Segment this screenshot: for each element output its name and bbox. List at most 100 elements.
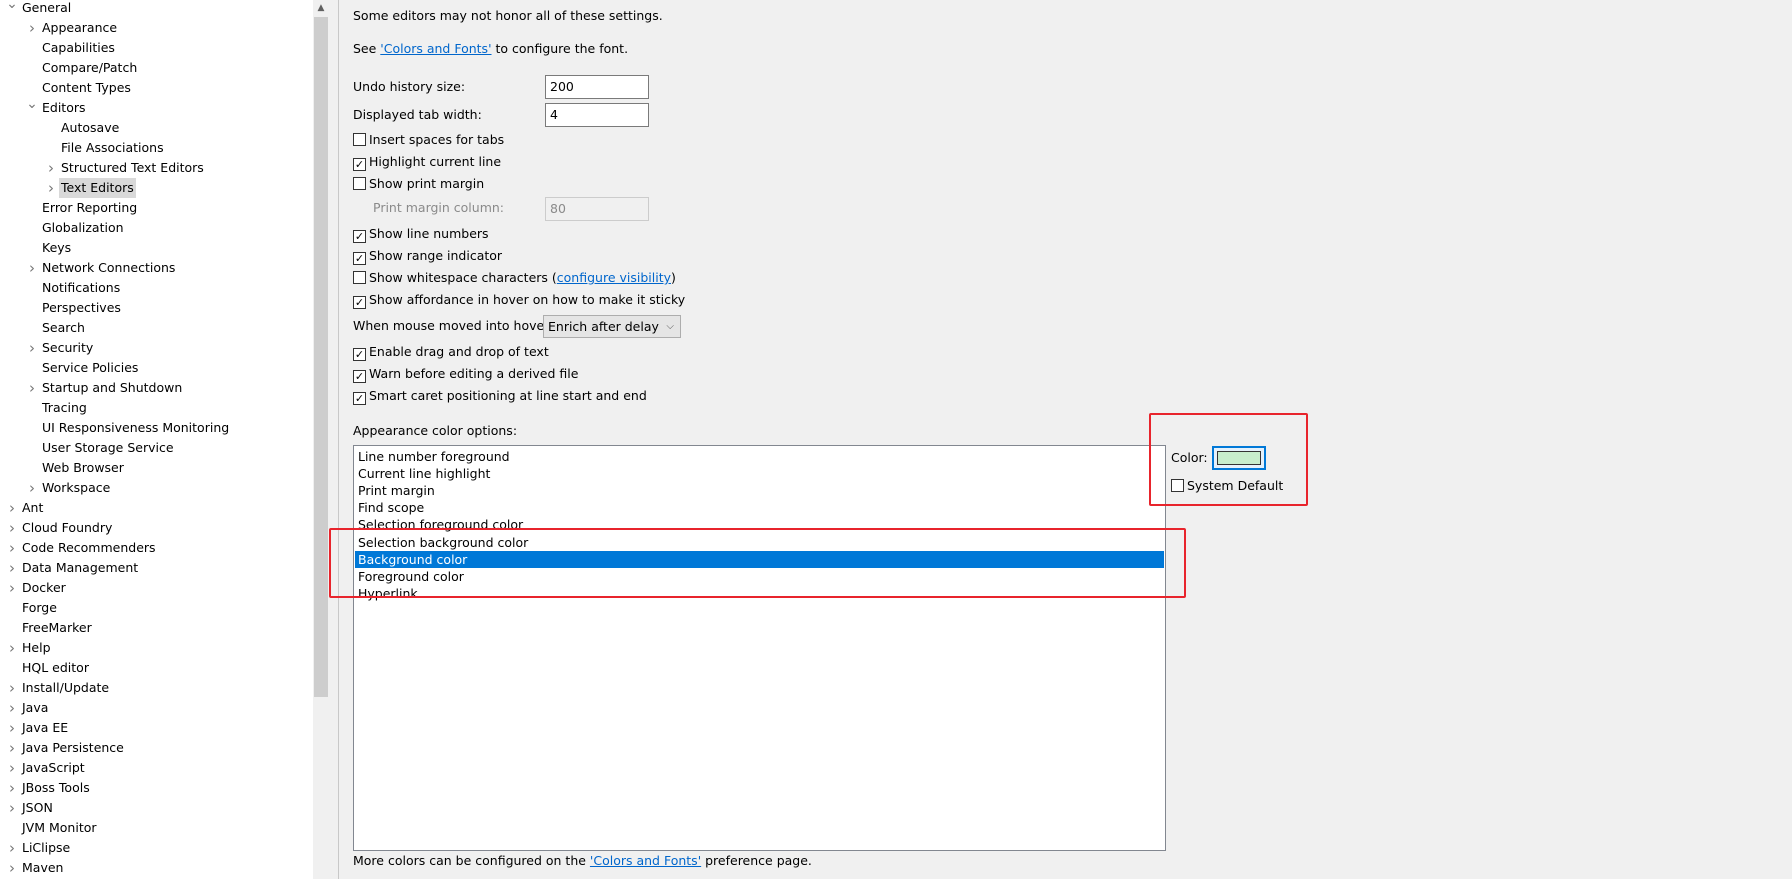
tree-item[interactable]: › Text Editors — [0, 178, 313, 198]
chevron-right-icon[interactable]: › — [26, 258, 38, 278]
chevron-right-icon[interactable]: › — [26, 18, 38, 38]
tree-item[interactable]: › Appearance — [0, 18, 313, 38]
whitespace-checkbox[interactable]: Show whitespace characters (configure vi… — [353, 270, 676, 286]
tree-item[interactable]: Keys — [0, 238, 313, 258]
tree-item[interactable]: Autosave — [0, 118, 313, 138]
chevron-down-icon[interactable]: ⌄ — [26, 94, 38, 114]
list-item[interactable]: Current line highlight — [355, 465, 1164, 482]
tree-item[interactable]: Search — [0, 318, 313, 338]
tree-item[interactable]: › Network Connections — [0, 258, 313, 278]
smart-caret-checkbox[interactable]: ✓ Smart caret positioning at line start a… — [353, 388, 647, 405]
tree-item[interactable]: › Code Recommenders — [0, 538, 313, 558]
tree-scrollbar[interactable]: ▲ — [313, 0, 329, 879]
chevron-right-icon[interactable]: › — [6, 858, 18, 878]
list-item[interactable]: Find scope — [355, 499, 1164, 516]
chevron-right-icon[interactable]: › — [6, 518, 18, 538]
range-indicator-checkbox[interactable]: ✓ Show range indicator — [353, 248, 502, 265]
chevron-right-icon[interactable]: › — [45, 178, 57, 198]
warn-derived-checkbox[interactable]: ✓ Warn before editing a derived file — [353, 366, 578, 383]
tree-item[interactable]: › Java EE — [0, 718, 313, 738]
tree-item[interactable]: › Help — [0, 638, 313, 658]
color-options-list[interactable]: Line number foreground Current line highl… — [353, 445, 1166, 851]
checkbox-checked-icon[interactable]: ✓ — [353, 230, 366, 243]
list-item[interactable]: Line number foreground — [355, 448, 1164, 465]
chevron-right-icon[interactable]: › — [6, 698, 18, 718]
tree-item[interactable]: › Security — [0, 338, 313, 358]
tree-item[interactable]: FreeMarker — [0, 618, 313, 638]
chevron-right-icon[interactable]: › — [6, 738, 18, 758]
tree-item[interactable]: Tracing — [0, 398, 313, 418]
checkbox-checked-icon[interactable]: ✓ — [353, 252, 366, 265]
drag-drop-checkbox[interactable]: ✓ Enable drag and drop of text — [353, 344, 549, 361]
chevron-right-icon[interactable]: › — [6, 758, 18, 778]
tree-item[interactable]: ⌄ General — [0, 0, 313, 18]
highlight-line-checkbox[interactable]: ✓ Highlight current line — [353, 154, 501, 171]
tree-item[interactable]: › Ant — [0, 498, 313, 518]
tree-item[interactable]: › Install/Update — [0, 678, 313, 698]
tree-item[interactable]: › Maven — [0, 858, 313, 878]
chevron-down-icon[interactable]: ⌄ — [6, 0, 18, 14]
chevron-right-icon[interactable]: › — [6, 498, 18, 518]
insert-spaces-checkbox[interactable]: Insert spaces for tabs — [353, 132, 504, 148]
list-item[interactable]: Print margin — [355, 482, 1164, 499]
tree-item[interactable]: › Startup and Shutdown — [0, 378, 313, 398]
checkbox-checked-icon[interactable]: ✓ — [353, 348, 366, 361]
colors-fonts-link[interactable]: 'Colors and Fonts' — [380, 41, 491, 56]
checkbox-checked-icon[interactable]: ✓ — [353, 296, 366, 309]
chevron-right-icon[interactable]: › — [6, 798, 18, 818]
tree-item[interactable]: Capabilities — [0, 38, 313, 58]
chevron-right-icon[interactable]: › — [6, 538, 18, 558]
tree-item[interactable]: File Associations — [0, 138, 313, 158]
tree-item[interactable]: Perspectives — [0, 298, 313, 318]
tab-width-input[interactable]: 4 — [545, 103, 649, 127]
tree-item[interactable]: Globalization — [0, 218, 313, 238]
tree-item[interactable]: › Java — [0, 698, 313, 718]
chevron-right-icon[interactable]: › — [6, 638, 18, 658]
undo-history-input[interactable]: 200 — [545, 75, 649, 99]
chevron-right-icon[interactable]: › — [6, 558, 18, 578]
chevron-right-icon[interactable]: › — [26, 338, 38, 358]
tree-item[interactable]: › Data Management — [0, 558, 313, 578]
tree-item[interactable]: › Java Persistence — [0, 738, 313, 758]
chevron-right-icon[interactable]: › — [6, 838, 18, 858]
tree-item[interactable]: ⌄ Editors — [0, 96, 313, 118]
chevron-right-icon[interactable]: › — [45, 158, 57, 178]
tree-item[interactable]: › JavaScript — [0, 758, 313, 778]
tree-item[interactable]: Service Policies — [0, 358, 313, 378]
footer-colors-fonts-link[interactable]: 'Colors and Fonts' — [590, 853, 701, 868]
tree-item[interactable]: Content Types — [0, 78, 313, 98]
chevron-right-icon[interactable]: › — [6, 778, 18, 798]
tree-item[interactable]: Compare/Patch — [0, 58, 313, 78]
tree-item[interactable]: › Cloud Foundry — [0, 518, 313, 538]
tree-item[interactable]: Error Reporting — [0, 198, 313, 218]
tree-item[interactable]: › Workspace — [0, 478, 313, 498]
chevron-right-icon[interactable]: › — [26, 378, 38, 398]
checkbox-box[interactable] — [353, 271, 366, 284]
scrollbar-thumb[interactable] — [314, 17, 328, 697]
affordance-checkbox[interactable]: ✓ Show affordance in hover on how to make… — [353, 292, 685, 309]
checkbox-checked-icon[interactable]: ✓ — [353, 370, 366, 383]
hover-mode-select[interactable]: Enrich after delay ⌵ — [543, 315, 681, 338]
chevron-right-icon[interactable]: › — [26, 478, 38, 498]
checkbox-checked-icon[interactable]: ✓ — [353, 392, 366, 405]
tree-item[interactable]: Notifications — [0, 278, 313, 298]
line-numbers-checkbox[interactable]: ✓ Show line numbers — [353, 226, 489, 243]
checkbox-box[interactable] — [353, 133, 366, 146]
tree-item[interactable]: › JSON — [0, 798, 313, 818]
tree-item[interactable]: › JBoss Tools — [0, 778, 313, 798]
tree-item[interactable]: User Storage Service — [0, 438, 313, 458]
tree-item[interactable]: Forge — [0, 598, 313, 618]
scroll-up-arrow-icon[interactable]: ▲ — [313, 0, 329, 16]
tree-item[interactable]: HQL editor — [0, 658, 313, 678]
tree-item[interactable]: Web Browser — [0, 458, 313, 478]
tree-item[interactable]: UI Responsiveness Monitoring — [0, 418, 313, 438]
chevron-right-icon[interactable]: › — [6, 578, 18, 598]
tree-item[interactable]: › Docker — [0, 578, 313, 598]
tree-item[interactable]: JVM Monitor — [0, 818, 313, 838]
chevron-right-icon[interactable]: › — [6, 718, 18, 738]
checkbox-checked-icon[interactable]: ✓ — [353, 158, 366, 171]
checkbox-box[interactable] — [353, 177, 366, 190]
print-margin-checkbox[interactable]: Show print margin — [353, 176, 484, 192]
configure-visibility-link[interactable]: configure visibility — [557, 270, 671, 285]
tree-item[interactable]: › Structured Text Editors — [0, 158, 313, 178]
